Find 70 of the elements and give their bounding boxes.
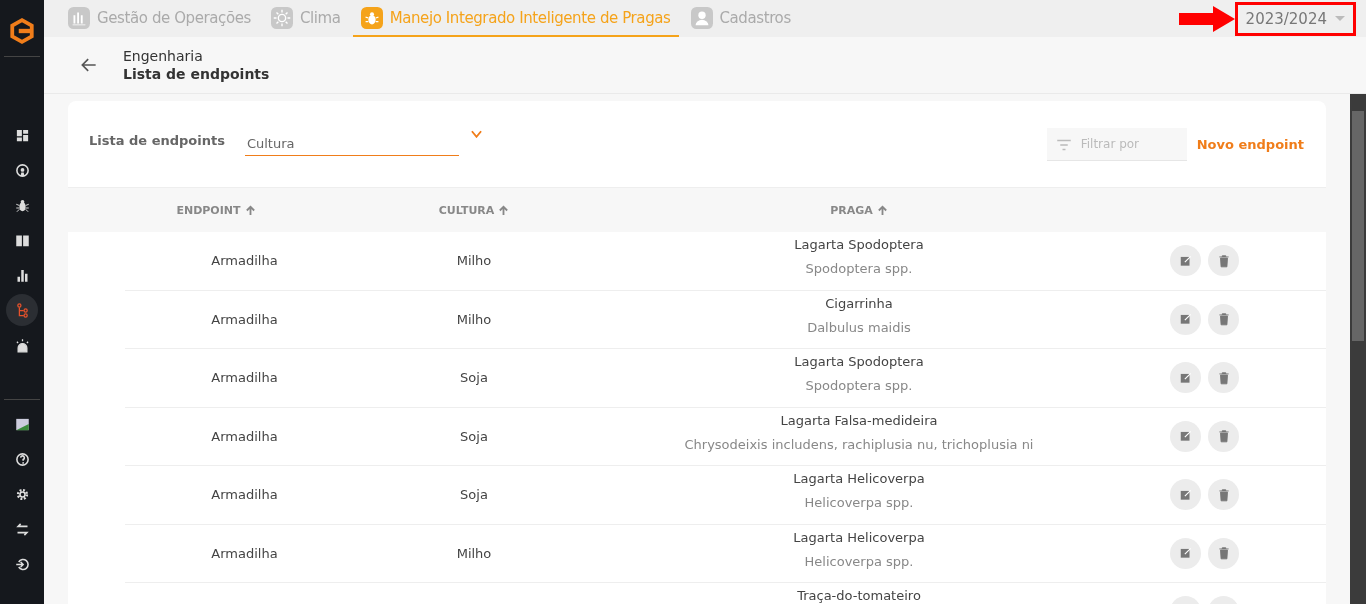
swap-arrows-icon <box>14 521 30 537</box>
bug-icon <box>14 197 30 213</box>
column-header[interactable]: ENDPOINT <box>68 203 364 217</box>
pest-name: Lagarta Spodoptera <box>794 354 924 369</box>
page-title: Lista de endpoints <box>123 66 270 82</box>
sort-arrow-icon <box>498 204 510 216</box>
trash-icon <box>1216 312 1231 327</box>
logout-icon <box>14 556 30 572</box>
scientific-name: Helicoverpa spp. <box>804 553 914 569</box>
table-cell: Armadilha <box>211 545 278 561</box>
trash-icon <box>1216 487 1231 502</box>
logo-icon <box>9 18 35 44</box>
trash-icon <box>1216 253 1231 268</box>
scientific-name: Chrysodeixis includens, rachiplusia nu, trichoplusia ni <box>684 436 1034 452</box>
dashboard-icon <box>14 127 30 143</box>
table-cell: Milho <box>456 311 492 327</box>
module-tab[interactable]: Manejo Integrado Inteligente de Pragas <box>352 0 679 37</box>
trash-icon <box>1216 546 1231 561</box>
scientific-name: Spodoptera spp. <box>805 378 913 393</box>
pest-name: Cigarrinha <box>825 295 893 311</box>
module-tab[interactable]: Clima <box>263 0 349 37</box>
season-select[interactable]: 2023/2024 <box>1234 1 1356 36</box>
table-cell: Armadilha <box>211 253 278 269</box>
trash-icon <box>1216 370 1231 385</box>
edit-icon <box>1178 370 1193 385</box>
column-header[interactable]: PRAGA <box>584 203 1134 217</box>
scientific-name: Helicoverpa spp. <box>804 495 914 510</box>
table-cell: Soja <box>460 487 488 503</box>
scientific-name: Spodoptera spp. <box>805 261 913 276</box>
edit-icon <box>1178 429 1193 444</box>
table-cell: Armadilha <box>211 428 278 444</box>
operations-icon <box>68 6 90 29</box>
user-icon <box>690 6 713 29</box>
help-icon <box>14 451 30 467</box>
table-cell: Soja <box>460 370 488 386</box>
module-tab[interactable]: Gestão de Operações <box>60 0 259 37</box>
table-cell: Armadilha <box>211 487 278 503</box>
edit-icon <box>1178 546 1193 561</box>
settings-icon <box>14 486 30 502</box>
edit-icon <box>1178 253 1193 268</box>
tree-icon <box>14 302 30 318</box>
table-cell: Milho <box>456 545 492 561</box>
sun-icon <box>271 6 293 29</box>
filter-field[interactable]: Filtrar por <box>1046 127 1187 161</box>
table-cell: Armadilha <box>211 370 278 386</box>
edit-icon <box>1178 487 1193 502</box>
breadcrumb-parent[interactable]: Engenharia <box>123 48 270 64</box>
signal-icon <box>14 162 30 178</box>
list-label: Lista de endpoints <box>89 132 225 148</box>
pest-name: Traça-do-tomateiro <box>797 588 921 603</box>
column-header[interactable]: CULTURA <box>364 203 584 217</box>
table-cell: Armadilha <box>211 311 278 327</box>
new-endpoint-button[interactable]: Novo endpoint <box>1190 135 1310 153</box>
alarm-icon <box>14 337 30 353</box>
edit-icon <box>1178 312 1193 327</box>
table-cell: Milho <box>456 253 492 269</box>
sort-arrow-icon <box>244 204 256 216</box>
bug-icon <box>360 6 383 29</box>
pest-name: Lagarta Helicoverpa <box>793 471 925 486</box>
sort-arrow-icon <box>876 204 888 216</box>
chevron-down-icon[interactable] <box>470 130 482 138</box>
pest-name: Lagarta Helicoverpa <box>793 529 925 545</box>
pest-name: Lagarta Falsa-medideira <box>780 412 938 428</box>
scrollbar[interactable] <box>1350 94 1366 604</box>
image-icon <box>14 416 30 432</box>
scientific-name: Dalbulus maidis <box>807 319 911 335</box>
table-cell: Soja <box>460 428 488 444</box>
trash-icon <box>1216 429 1231 444</box>
pest-name: Lagarta Spodoptera <box>794 237 924 252</box>
module-tab[interactable]: Cadastros <box>682 0 799 37</box>
